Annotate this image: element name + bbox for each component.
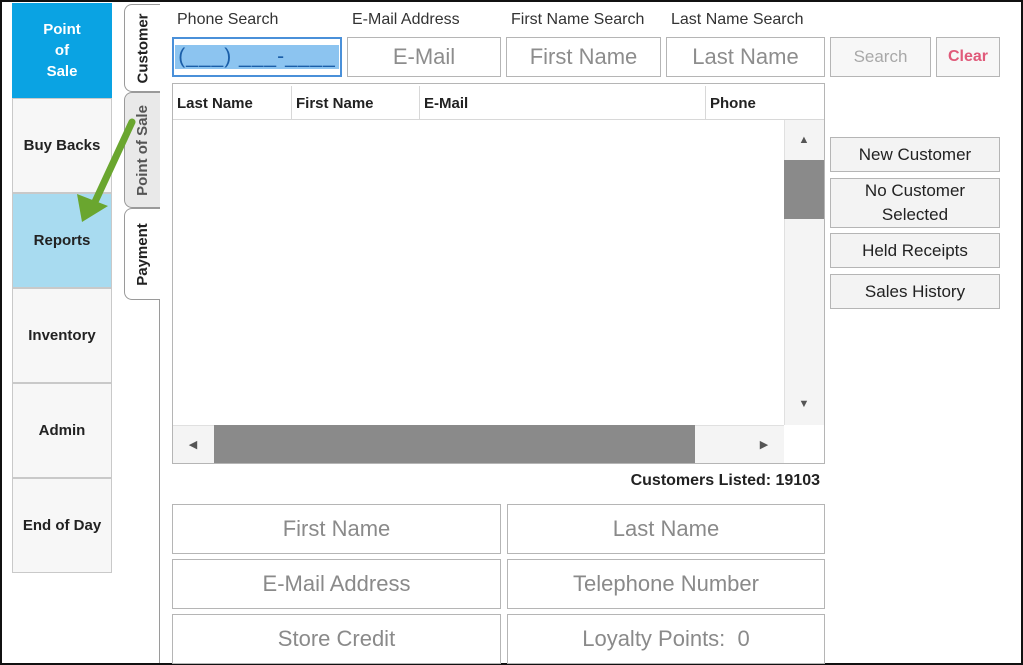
tab-label: Customer [134,12,152,84]
search-button-label: Search [853,47,908,67]
store-credit-field-label: Store Credit [277,626,396,651]
store-credit-field[interactable]: Store Credit [172,614,501,664]
customers-listed-count: Customers Listed: 19103 [630,472,820,489]
first-name-field[interactable]: First Name [172,504,501,554]
nav-inventory[interactable]: Inventory [12,288,112,383]
phone-search-label: Phone Search [177,11,279,28]
last-name-search-input[interactable]: Last Name [666,37,825,77]
email-placeholder: E-Mail [392,44,456,69]
column-label: Phone [710,94,756,112]
first-name-search-label: First Name Search [511,11,645,28]
email-search-label: E-Mail Address [352,11,460,28]
column-header-last-name[interactable]: Last Name [173,86,292,120]
email-address-field[interactable]: E-Mail Address [172,559,501,609]
vertical-scroll-thumb[interactable] [784,160,824,219]
scroll-left-icon[interactable]: ◀ [174,426,212,463]
nav-point-of-sale[interactable]: Point of Sale [12,3,112,98]
column-label: E-Mail [424,94,469,112]
tab-customer[interactable]: Customer [124,4,160,92]
phone-value: (___) ___-____ [175,45,339,69]
nav-end-of-day[interactable]: End of Day [12,478,112,573]
column-header-email[interactable]: E-Mail [420,86,706,120]
sales-history-button[interactable]: Sales History [830,274,1000,309]
telephone-number-field-label: Telephone Number [573,571,759,596]
column-label: First Name [296,94,374,112]
last-name-field-label: Last Name [612,516,720,541]
held-receipts-button[interactable]: Held Receipts [830,233,1000,268]
last-name-placeholder: Last Name [692,44,799,69]
no-customer-selected-button[interactable]: No Customer Selected [830,178,1000,228]
new-customer-button[interactable]: New Customer [830,137,1000,172]
loyalty-points-field-label: Loyalty Points: 0 [582,626,750,651]
scroll-down-icon[interactable]: ▼ [784,385,824,423]
clear-button[interactable]: Clear [936,37,1000,77]
sales-history-label: Sales History [864,281,966,301]
telephone-number-field[interactable]: Telephone Number [507,559,825,609]
nav-label: Inventory [28,327,96,344]
nav-admin[interactable]: Admin [12,383,112,478]
column-header-phone[interactable]: Phone [706,86,824,120]
last-name-field[interactable]: Last Name [507,504,825,554]
first-name-placeholder: First Name [529,44,638,69]
green-arrow-icon [77,118,136,222]
nav-label: End of Day [22,517,102,534]
column-label: Last Name [177,94,253,112]
new-customer-label: New Customer [858,144,972,164]
scroll-right-icon[interactable]: ▶ [745,426,783,463]
column-header-first-name[interactable]: First Name [292,86,420,120]
search-button[interactable]: Search [830,37,931,77]
nav-label: Point of Sale [43,21,81,80]
email-search-input[interactable]: E-Mail [347,37,501,77]
last-name-search-label: Last Name Search [671,11,804,28]
first-name-search-input[interactable]: First Name [506,37,661,77]
loyalty-points-field[interactable]: Loyalty Points: 0 [507,614,825,664]
horizontal-scroll-thumb[interactable] [214,425,695,463]
customer-table [172,83,825,464]
no-customer-label: No Customer Selected [864,181,966,224]
clear-button-label: Clear [947,47,989,65]
first-name-field-label: First Name [282,516,391,541]
nav-label: Admin [38,422,86,439]
phone-search-input[interactable]: (___) ___-____ [172,37,342,77]
scroll-up-icon[interactable]: ▲ [784,121,824,159]
held-receipts-label: Held Receipts [862,240,968,260]
email-address-field-label: E-Mail Address [262,571,411,596]
